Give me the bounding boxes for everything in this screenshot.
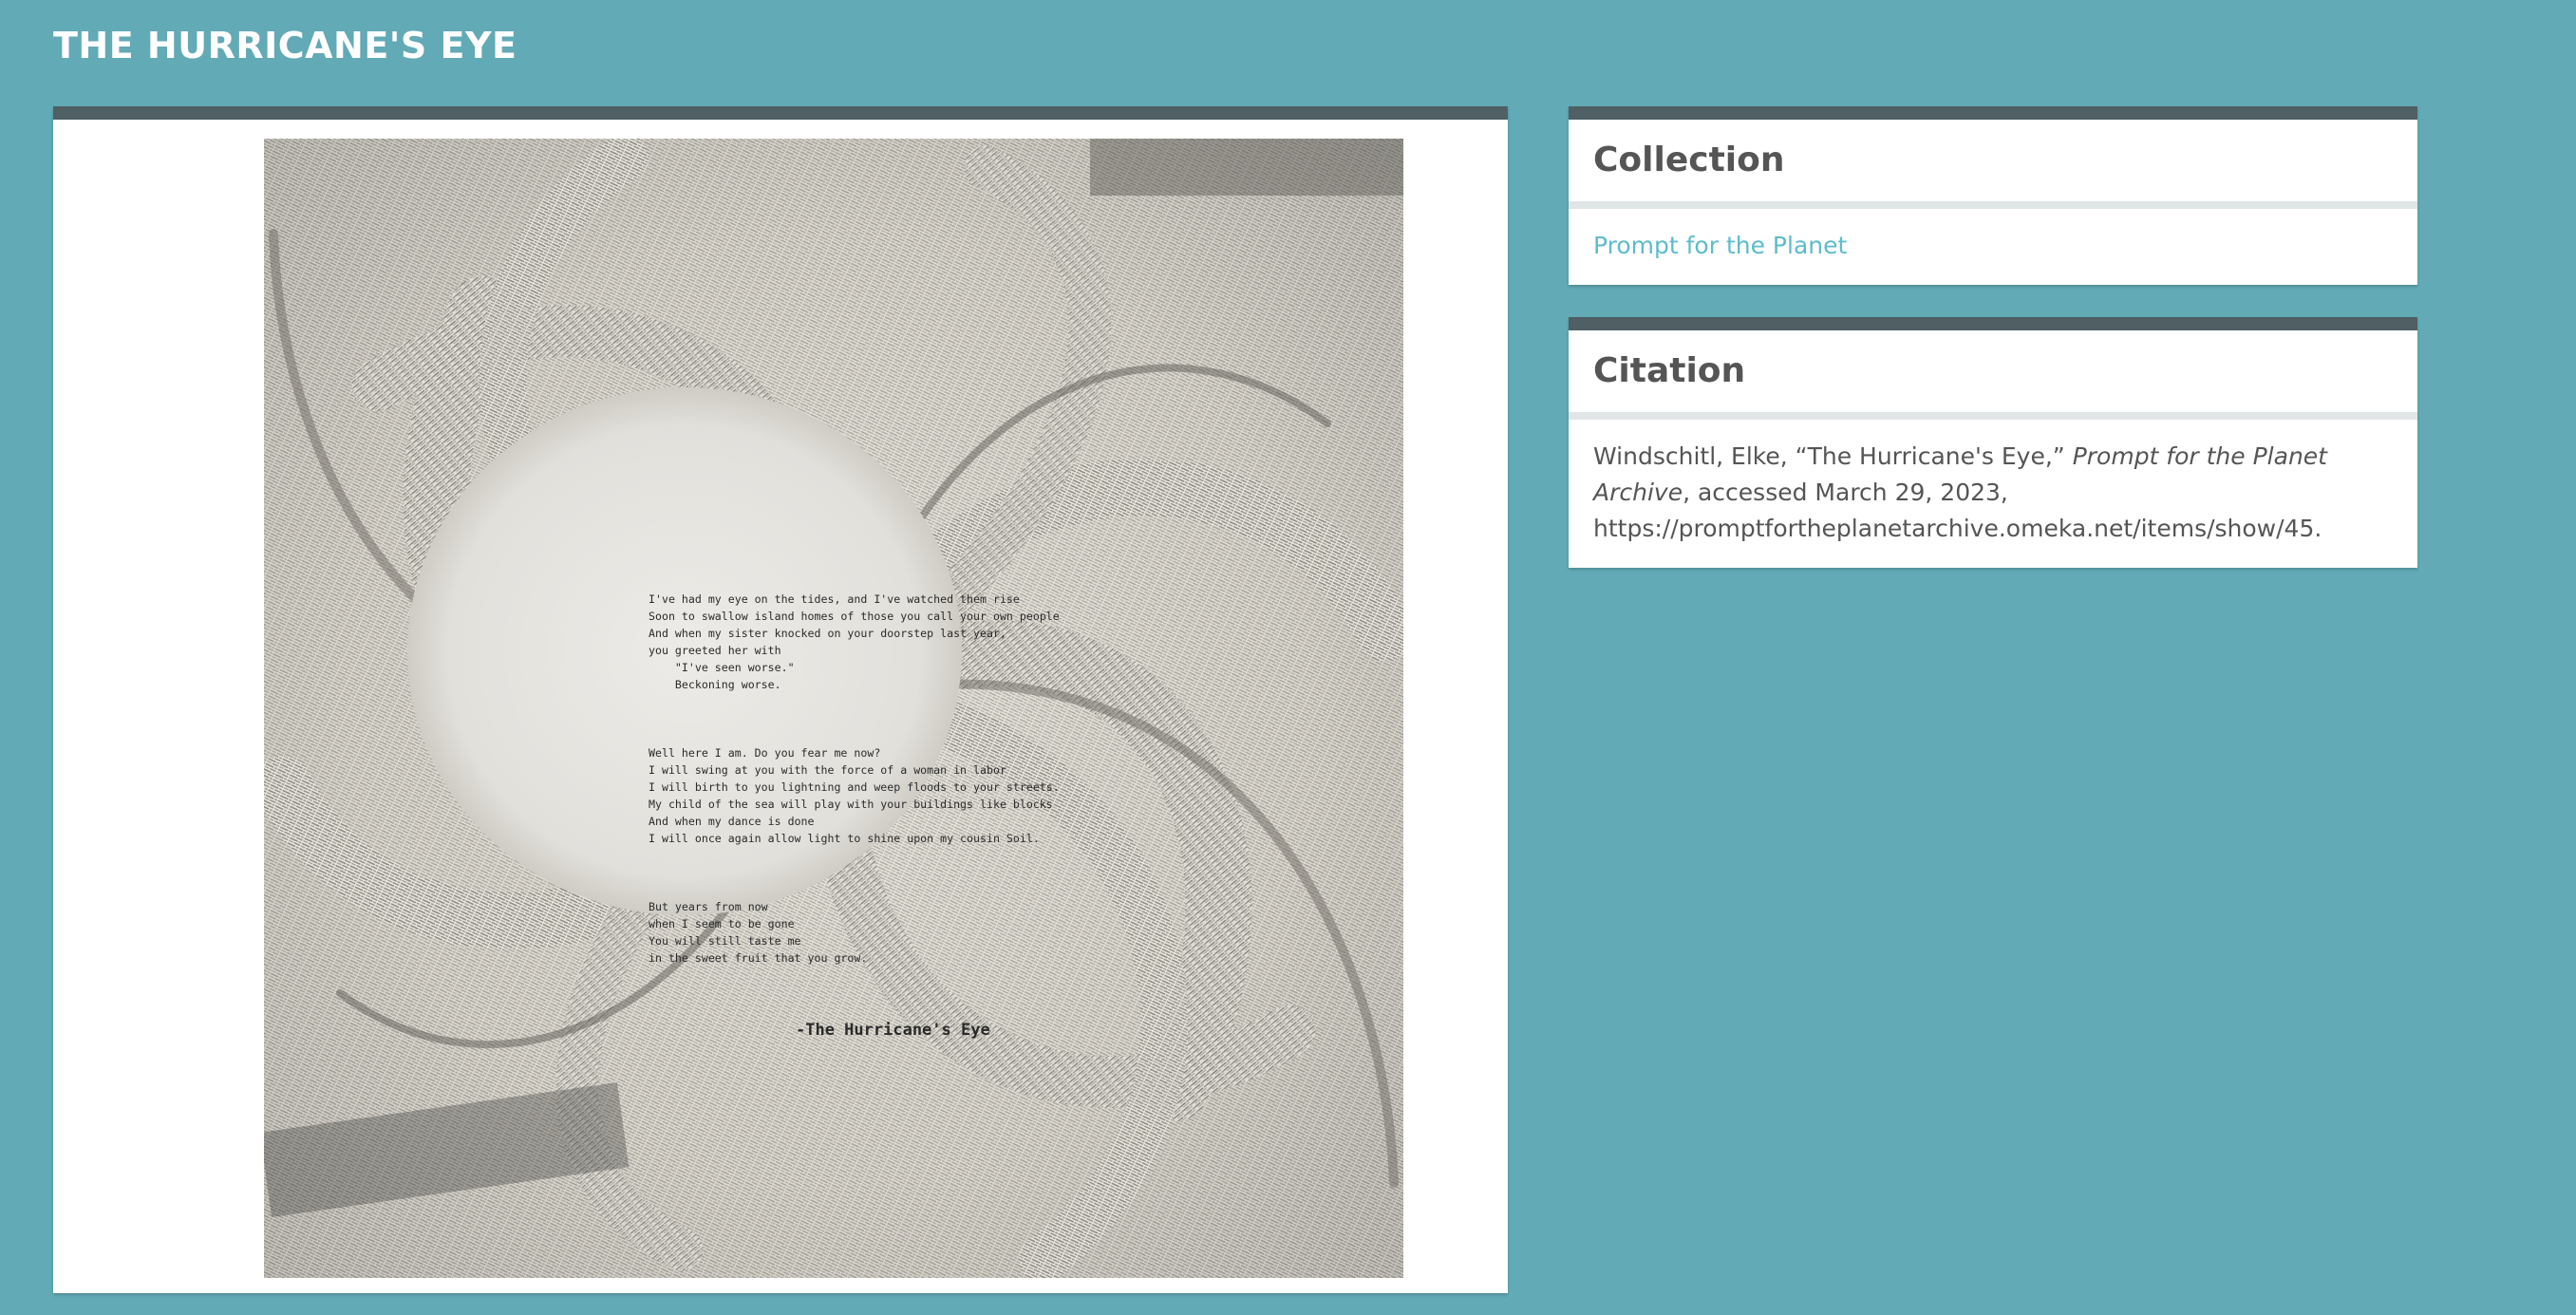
citation-text: Windschitl, Elke, “The Hurricane's Eye,”… — [1569, 420, 2417, 568]
collection-heading: Collection — [1569, 120, 2417, 209]
poem-signature: -The Hurricane's Eye — [796, 1021, 990, 1040]
collection-box: Collection Prompt for the Planet — [1569, 106, 2417, 285]
citation-box: Citation Windschitl, Elke, “The Hurrican… — [1569, 317, 2417, 568]
citation-url: https://promptfortheplanetarchive.omeka.… — [1593, 515, 2322, 542]
poem-text: I've had my eye on the tides, and I've w… — [649, 556, 1066, 1073]
poem-stanza-1: I've had my eye on the tides, and I've w… — [649, 592, 1060, 691]
citation-accessed: , accessed March 29, 2023, — [1683, 479, 2008, 506]
artwork-image[interactable]: I've had my eye on the tides, and I've w… — [264, 139, 1403, 1278]
poem-stanza-3: But years from now when I seem to be gone… — [649, 900, 868, 965]
collection-content: Prompt for the Planet — [1569, 209, 2417, 285]
item-image-panel: I've had my eye on the tides, and I've w… — [53, 106, 1508, 1293]
site-title[interactable]: THE HURRICANE'S EYE — [53, 25, 517, 66]
citation-heading: Citation — [1569, 330, 2417, 420]
poem-stanza-2: Well here I am. Do you fear me now? I wil… — [649, 746, 1060, 845]
collection-link[interactable]: Prompt for the Planet — [1593, 232, 1847, 259]
citation-author-title: Windschitl, Elke, “The Hurricane's Eye,” — [1593, 442, 2073, 470]
